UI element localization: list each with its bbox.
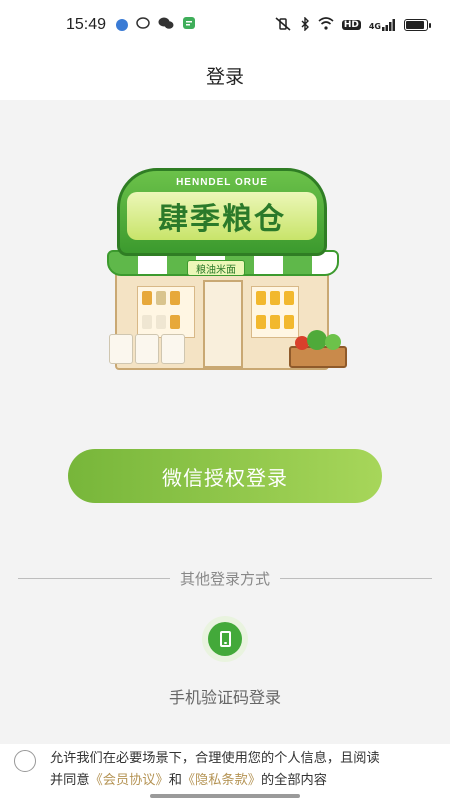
wechat-icon [158, 16, 174, 34]
oil-bottle [270, 315, 280, 329]
agreement-checkbox[interactable] [14, 750, 36, 772]
divider-line [18, 577, 170, 579]
rice-bags [109, 334, 185, 364]
page-header: 登录 [0, 50, 450, 100]
shelf-product [156, 291, 166, 305]
message-icon [182, 16, 196, 34]
status-bar: 15:49 HD 4G [0, 0, 450, 50]
shop-sign: HENNDEL ORUE 肆季粮仓 [117, 168, 327, 256]
other-login-divider: 其他登录方式 [18, 568, 433, 588]
notification-icons [116, 16, 196, 34]
browser-icon [116, 19, 129, 31]
shop-name: 肆季粮仓 [127, 192, 317, 240]
chat-bubble-icon [136, 16, 150, 34]
shop-door [203, 280, 243, 368]
home-indicator[interactable] [150, 794, 300, 798]
battery-icon [404, 19, 431, 31]
oil-bottle [270, 291, 280, 305]
bluetooth-icon [300, 15, 310, 34]
agreement-and: 和 [168, 773, 182, 788]
agreement-bar: 允许我们在必要场景下，合理使用您的个人信息，且阅读 并同意《会员协议》和《隐私条… [0, 744, 450, 800]
shelf-product [170, 315, 180, 329]
rice-bag [109, 334, 133, 364]
wechat-login-button[interactable]: 微信授权登录 [68, 449, 382, 503]
rice-bag [161, 334, 185, 364]
shelf-product [142, 291, 152, 305]
phone-icon-bg [208, 622, 242, 656]
phone-login-option[interactable]: 手机验证码登录 [0, 616, 450, 708]
shop-illustration: 粮油米面 HENNDEL ORUE 肆季粮仓 [95, 168, 357, 378]
left-shelf [137, 286, 195, 338]
oil-bottle [256, 291, 266, 305]
status-right: HD 4G [274, 15, 431, 34]
lettuce [325, 334, 341, 350]
status-left: 15:49 [66, 16, 196, 34]
shop-arc-text: HENNDEL ORUE [176, 177, 268, 188]
phone-icon [219, 631, 231, 647]
agreement-suffix: 的全部内容 [261, 773, 327, 788]
broccoli [307, 330, 327, 350]
divider-label: 其他登录方式 [180, 569, 271, 588]
signal-4g-icon: 4G [369, 19, 396, 31]
agreement-text: 允许我们在必要场景下，合理使用您的个人信息，且阅读 并同意《会员协议》和《隐私条… [50, 748, 442, 792]
privacy-policy-link[interactable]: 《隐私条款》 [182, 773, 261, 788]
shelf-product [156, 315, 166, 329]
oil-bottle [256, 315, 266, 329]
right-shelf [251, 286, 299, 338]
network-label: 4G [368, 22, 381, 31]
hd-icon: HD [341, 20, 361, 30]
mute-vibrate-icon [274, 16, 292, 34]
page-title: 登录 [205, 65, 244, 88]
member-agreement-link[interactable]: 《会员协议》 [90, 773, 169, 788]
agreement-prefix: 并同意 [50, 773, 90, 788]
status-time: 15:49 [66, 16, 107, 33]
oil-bottle [284, 315, 294, 329]
rice-bag [135, 334, 159, 364]
shelf-product [170, 291, 180, 305]
phone-login-button[interactable] [202, 616, 248, 662]
divider-line [280, 577, 433, 579]
phone-login-label[interactable]: 手机验证码登录 [0, 684, 450, 708]
oil-bottle [284, 291, 294, 305]
wifi-icon [318, 17, 334, 33]
agreement-line1: 允许我们在必要场景下，合理使用您的个人信息，且阅读 [50, 751, 380, 766]
shop-tag: 粮油米面 [187, 260, 245, 276]
shelf-product [142, 315, 152, 329]
